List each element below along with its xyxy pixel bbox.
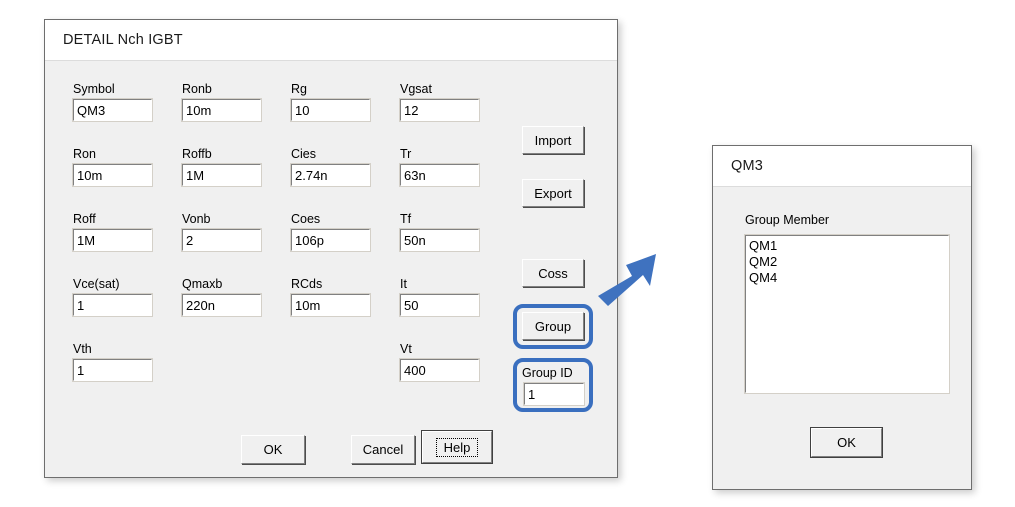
input-it[interactable]: 50 bbox=[399, 293, 480, 317]
help-button-focus-rect: Help bbox=[435, 437, 479, 457]
main-dialog-body: Symbol QM3 Ronb 10m Rg 10 Vgsat 12 Ron 1… bbox=[45, 61, 617, 477]
group-dialog-titlebar: QM3 bbox=[713, 146, 971, 187]
field-roff: Roff 1M bbox=[72, 212, 153, 252]
field-ron: Ron 10m bbox=[72, 147, 153, 187]
export-button-label: Export bbox=[534, 185, 572, 201]
group-dialog-ok-inner: OK bbox=[811, 428, 882, 457]
group-dialog-ok-button[interactable]: OK bbox=[810, 427, 883, 458]
input-vonb[interactable]: 2 bbox=[181, 228, 262, 252]
input-roffb[interactable]: 1M bbox=[181, 163, 262, 187]
field-cies: Cies 2.74n bbox=[290, 147, 371, 187]
field-label-ronb: Ronb bbox=[182, 82, 212, 96]
field-label-roffb: Roffb bbox=[182, 147, 212, 161]
input-vgsat[interactable]: 12 bbox=[399, 98, 480, 122]
screenshot-root: DETAIL Nch IGBT Symbol QM3 Ronb 10m Rg 1… bbox=[0, 0, 1015, 507]
coss-button-label: Coss bbox=[538, 265, 568, 281]
group-button[interactable]: Group bbox=[522, 312, 584, 340]
field-vt: Vt 400 bbox=[399, 342, 480, 382]
input-group-id[interactable]: 1 bbox=[523, 382, 585, 406]
field-label-vgsat: Vgsat bbox=[400, 82, 432, 96]
field-it: It 50 bbox=[399, 277, 480, 317]
field-label-tr: Tr bbox=[400, 147, 412, 161]
field-label-vth: Vth bbox=[73, 342, 92, 356]
field-vth: Vth 1 bbox=[72, 342, 153, 382]
ok-button[interactable]: OK bbox=[241, 435, 305, 464]
field-label-rcds: RCds bbox=[291, 277, 323, 291]
field-label-ron: Ron bbox=[73, 147, 96, 161]
import-button[interactable]: Import bbox=[522, 126, 584, 154]
import-button-label: Import bbox=[534, 132, 572, 148]
field-vgsat: Vgsat 12 bbox=[399, 82, 480, 122]
export-button[interactable]: Export bbox=[522, 179, 584, 207]
main-dialog-titlebar: DETAIL Nch IGBT bbox=[45, 20, 617, 61]
input-rcds[interactable]: 10m bbox=[290, 293, 371, 317]
field-symbol: Symbol QM3 bbox=[72, 82, 153, 122]
input-vth[interactable]: 1 bbox=[72, 358, 153, 382]
field-vonb: Vonb 2 bbox=[181, 212, 262, 252]
input-tf[interactable]: 50n bbox=[399, 228, 480, 252]
field-coes: Coes 106p bbox=[290, 212, 371, 252]
field-label-coes: Coes bbox=[291, 212, 321, 226]
group-dialog-title: QM3 bbox=[731, 158, 764, 174]
group-dialog-body: Group Member QM1 QM2 QM4 OK bbox=[713, 187, 971, 489]
field-label-roff: Roff bbox=[73, 212, 96, 226]
group-member-dialog: QM3 Group Member QM1 QM2 QM4 OK bbox=[712, 145, 972, 490]
input-ronb[interactable]: 10m bbox=[181, 98, 262, 122]
field-label-qmaxb: Qmaxb bbox=[182, 277, 223, 291]
input-symbol[interactable]: QM3 bbox=[72, 98, 153, 122]
field-tr: Tr 63n bbox=[399, 147, 480, 187]
field-tf: Tf 50n bbox=[399, 212, 480, 252]
ok-button-label: OK bbox=[263, 442, 283, 457]
input-tr[interactable]: 63n bbox=[399, 163, 480, 187]
group-id-label: Group ID bbox=[522, 366, 573, 380]
input-ron[interactable]: 10m bbox=[72, 163, 153, 187]
field-qmaxb: Qmaxb 220n bbox=[181, 277, 262, 317]
group-member-label: Group Member bbox=[745, 213, 830, 227]
field-label-symbol: Symbol bbox=[73, 82, 115, 96]
cancel-button-label: Cancel bbox=[362, 442, 404, 457]
field-rg: Rg 10 bbox=[290, 82, 371, 122]
field-label-rg: Rg bbox=[291, 82, 307, 96]
main-dialog-title: DETAIL Nch IGBT bbox=[63, 32, 183, 48]
field-vce-sat: Vce(sat) 1 bbox=[72, 277, 153, 317]
group-dialog-ok-label: OK bbox=[837, 435, 856, 450]
help-button-label: Help bbox=[443, 439, 471, 455]
field-roffb: Roffb 1M bbox=[181, 147, 262, 187]
list-item[interactable]: QM4 bbox=[749, 270, 948, 286]
field-label-vt: Vt bbox=[400, 342, 412, 356]
field-label-vonb: Vonb bbox=[182, 212, 211, 226]
field-label-cies: Cies bbox=[291, 147, 317, 161]
help-button-inner: Help bbox=[422, 431, 492, 463]
list-item[interactable]: QM2 bbox=[749, 254, 948, 270]
input-vce-sat[interactable]: 1 bbox=[72, 293, 153, 317]
field-label-vce-sat: Vce(sat) bbox=[73, 277, 120, 291]
field-label-tf: Tf bbox=[400, 212, 412, 226]
input-cies[interactable]: 2.74n bbox=[290, 163, 371, 187]
input-coes[interactable]: 106p bbox=[290, 228, 371, 252]
group-member-listbox[interactable]: QM1 QM2 QM4 bbox=[744, 234, 950, 394]
cancel-button[interactable]: Cancel bbox=[351, 435, 415, 464]
input-roff[interactable]: 1M bbox=[72, 228, 153, 252]
field-label-it: It bbox=[400, 277, 407, 291]
group-button-label: Group bbox=[534, 318, 572, 334]
input-rg[interactable]: 10 bbox=[290, 98, 371, 122]
help-button[interactable]: Help bbox=[421, 430, 493, 464]
list-item[interactable]: QM1 bbox=[749, 238, 948, 254]
detail-nch-igbt-dialog: DETAIL Nch IGBT Symbol QM3 Ronb 10m Rg 1… bbox=[44, 19, 618, 478]
input-vt[interactable]: 400 bbox=[399, 358, 480, 382]
input-qmaxb[interactable]: 220n bbox=[181, 293, 262, 317]
field-ronb: Ronb 10m bbox=[181, 82, 262, 122]
field-rcds: RCds 10m bbox=[290, 277, 371, 317]
coss-button[interactable]: Coss bbox=[522, 259, 584, 287]
